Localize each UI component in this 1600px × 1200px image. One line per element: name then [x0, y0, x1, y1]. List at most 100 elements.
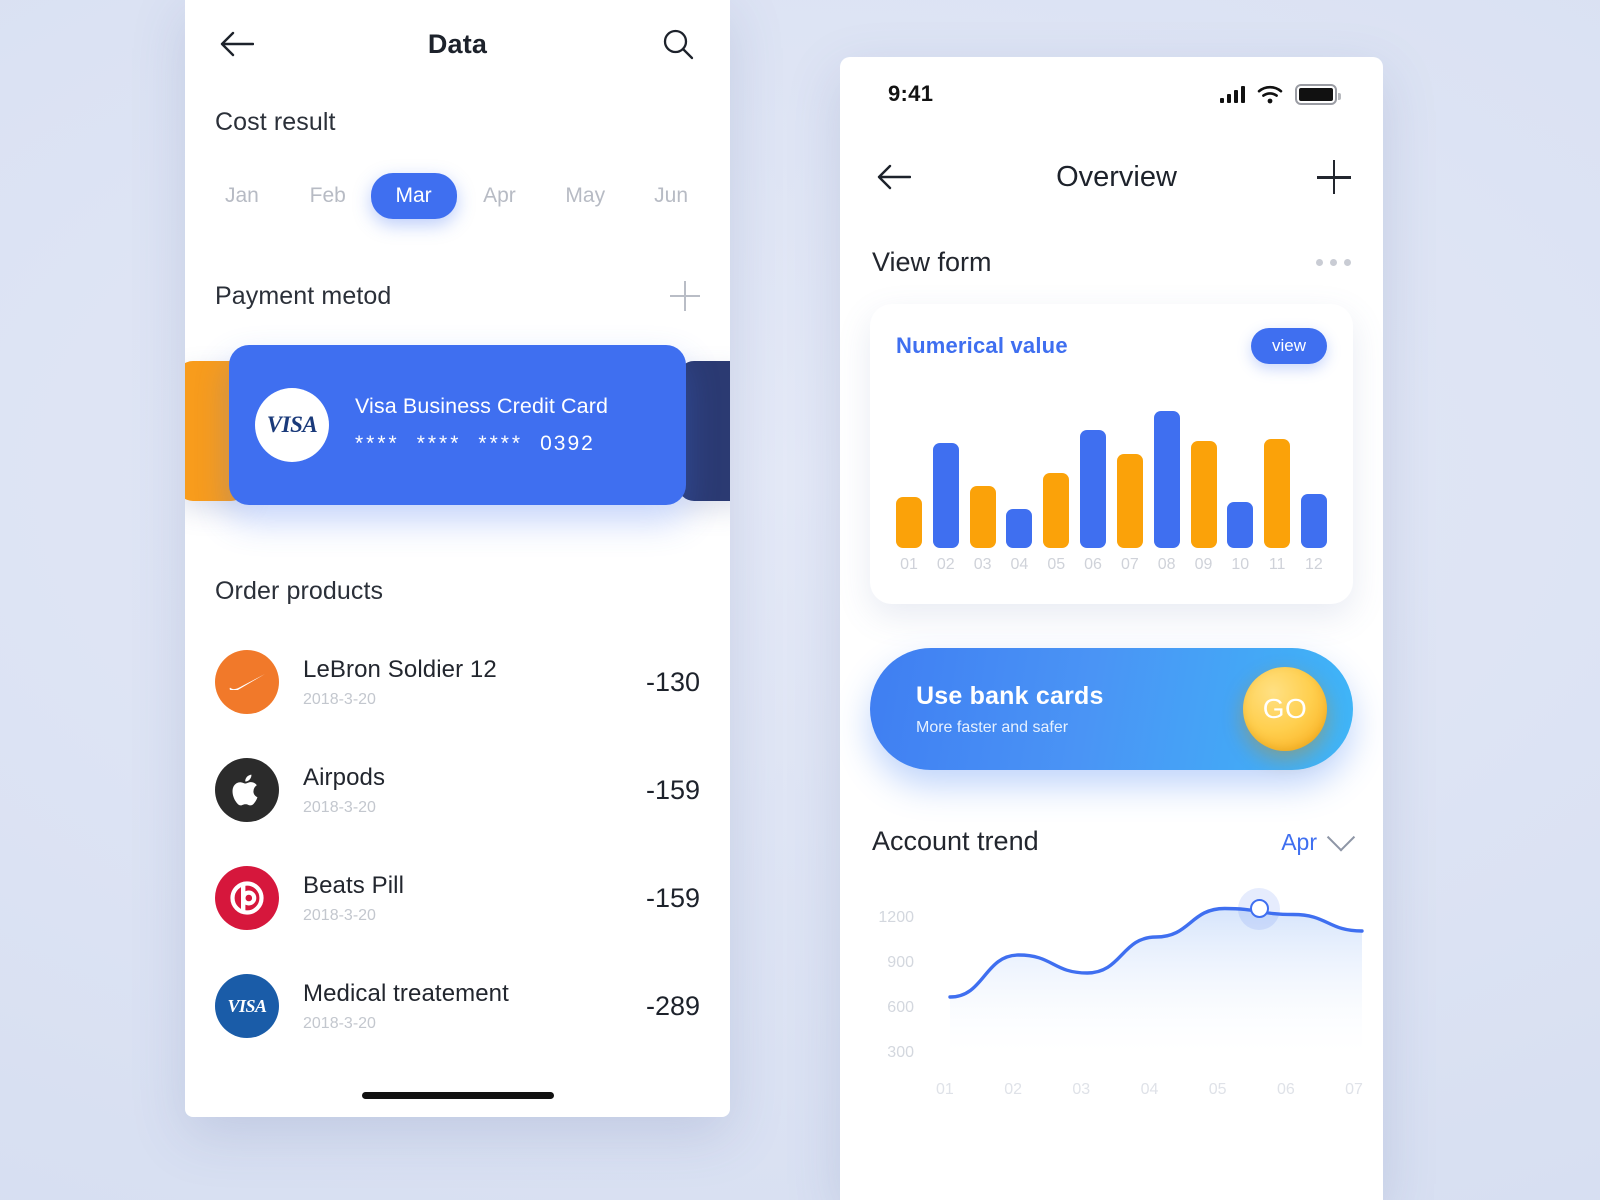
bar — [1264, 438, 1291, 548]
numerical-value-title: Numerical value — [896, 333, 1068, 358]
bar-column — [1116, 453, 1143, 548]
bar — [896, 496, 922, 548]
x-axis-tick-label: 04 — [1140, 1081, 1159, 1098]
payment-card-carousel[interactable]: VISA Visa Business Credit Card **** **** *… — [185, 345, 730, 523]
go-button[interactable]: GO — [1243, 667, 1327, 751]
month-tab-jun[interactable]: Jun — [628, 173, 714, 219]
list-item-body: Beats Pill 2018-3-20 — [303, 872, 610, 925]
month-tabs: Jan Feb Mar Apr May Jun — [185, 173, 730, 219]
use-bank-cards-banner[interactable]: Use bank cards More faster and safer GO — [870, 648, 1353, 770]
list-item[interactable]: Beats Pill 2018-3-20 -159 — [185, 844, 730, 952]
y-axis-tick-label: 900 — [887, 954, 914, 971]
bar-column — [1043, 473, 1070, 548]
visa-logo-badge: VISA — [255, 388, 329, 462]
numerical-card-header: Numerical value view — [896, 328, 1327, 364]
bar — [1080, 430, 1107, 548]
bar-x-label: 02 — [936, 556, 955, 573]
bar-column — [1153, 410, 1180, 548]
bar-x-label: 07 — [1120, 556, 1139, 573]
numerical-value-card: Numerical value view 01 02 03 04 05 06 07 08 09 1… — [870, 304, 1353, 604]
x-axis-tick-label: 03 — [1072, 1081, 1091, 1098]
bar — [1190, 440, 1217, 548]
status-time: 9:41 — [888, 81, 934, 106]
bar-x-label: 12 — [1305, 556, 1323, 573]
bar-column — [932, 443, 959, 548]
bar-chart-bars — [896, 398, 1327, 548]
search-button[interactable] — [656, 22, 700, 66]
list-item-name: Airpods — [303, 763, 386, 791]
bar-column — [1300, 494, 1327, 548]
account-trend-header: Account trend Apr — [840, 822, 1383, 857]
list-item-name: Beats Pill — [303, 871, 405, 899]
payment-method-title: Payment metod — [215, 281, 392, 310]
card-name: Visa Business Credit Card — [355, 394, 609, 418]
card-text-block: Visa Business Credit Card **** **** **** 03… — [355, 394, 608, 456]
list-item[interactable]: Airpods 2018-3-20 -159 — [185, 736, 730, 844]
visa-wordmark: VISA — [227, 995, 267, 1016]
add-button[interactable] — [1316, 160, 1351, 194]
y-axis-tick-label: 1200 — [878, 909, 914, 926]
bar — [969, 485, 996, 548]
apple-glyph — [232, 774, 258, 806]
list-item-body: Medical treatement 2018-3-20 — [303, 980, 610, 1033]
bar — [932, 443, 959, 548]
view-button[interactable]: view — [1250, 328, 1327, 364]
page-title: Overview — [1056, 160, 1177, 193]
more-horizontal-icon[interactable] — [1316, 259, 1351, 266]
month-tab-jan[interactable]: Jan — [199, 173, 285, 219]
list-item-date: 2018-3-20 — [303, 690, 376, 708]
x-axis-tick-label: 05 — [1208, 1081, 1227, 1098]
bar — [1153, 410, 1180, 548]
view-form-header: View form — [840, 247, 1383, 278]
bar-column — [1264, 438, 1291, 548]
bar — [1300, 494, 1327, 548]
bar-column — [896, 496, 922, 548]
bar — [1227, 501, 1254, 548]
month-tab-feb[interactable]: Feb — [285, 173, 371, 219]
apple-icon — [215, 758, 279, 822]
list-item-body: Airpods 2018-3-20 — [303, 764, 610, 817]
overview-nav-bar: Overview — [840, 131, 1383, 223]
list-item[interactable]: VISA Medical treatement 2018-3-20 -289 — [185, 952, 730, 1060]
account-trend-title: Account trend — [872, 826, 1039, 856]
y-axis-tick-label: 300 — [887, 1044, 914, 1061]
back-button[interactable] — [872, 155, 916, 199]
battery-full-icon — [1295, 83, 1341, 105]
order-products-title: Order products — [215, 577, 384, 605]
card-number: **** **** **** 0392 — [355, 432, 608, 456]
bar-x-label: 08 — [1157, 556, 1176, 573]
bar-column — [969, 485, 996, 548]
bar-x-label: 05 — [1047, 556, 1066, 573]
x-axis-tick-label: 06 — [1276, 1081, 1295, 1098]
account-trend-month-selector[interactable]: Apr — [1281, 822, 1356, 856]
bar — [1116, 453, 1143, 548]
visa-wordmark: VISA — [266, 412, 318, 437]
cost-result-title: Cost result — [215, 108, 336, 136]
back-button[interactable] — [215, 22, 259, 66]
payment-method-header: Payment metod — [185, 281, 730, 311]
bar-column — [1006, 509, 1033, 548]
status-bar: 9:41 — [840, 57, 1383, 131]
nike-swoosh-glyph — [229, 674, 265, 690]
list-item[interactable]: LeBron Soldier 12 2018-3-20 -130 — [185, 628, 730, 736]
left-nav-bar: Data — [185, 0, 730, 92]
x-axis-tick-label: 01 — [936, 1081, 954, 1098]
view-form-title: View form — [872, 247, 992, 277]
line-chart-highlight-point[interactable] — [1238, 887, 1280, 930]
y-axis-tick-label: 600 — [887, 999, 914, 1016]
beats-icon — [215, 866, 279, 930]
arrow-left-icon — [220, 31, 254, 57]
month-tab-may[interactable]: May — [542, 173, 628, 219]
list-item-date: 2018-3-20 — [303, 906, 376, 924]
add-payment-method-button[interactable] — [670, 281, 700, 311]
card-last4: 0392 — [540, 432, 595, 455]
promo-subtitle: More faster and safer — [916, 718, 1069, 736]
bar — [1043, 473, 1070, 548]
payment-card-active[interactable]: VISA Visa Business Credit Card **** **** *… — [229, 345, 686, 505]
list-item-amount: -130 — [645, 666, 700, 697]
list-item-amount: -289 — [645, 990, 700, 1021]
bar-column — [1190, 440, 1217, 548]
month-tab-mar[interactable]: Mar — [370, 173, 457, 219]
month-tab-apr[interactable]: Apr — [457, 173, 543, 219]
list-item-amount: -159 — [645, 882, 700, 913]
